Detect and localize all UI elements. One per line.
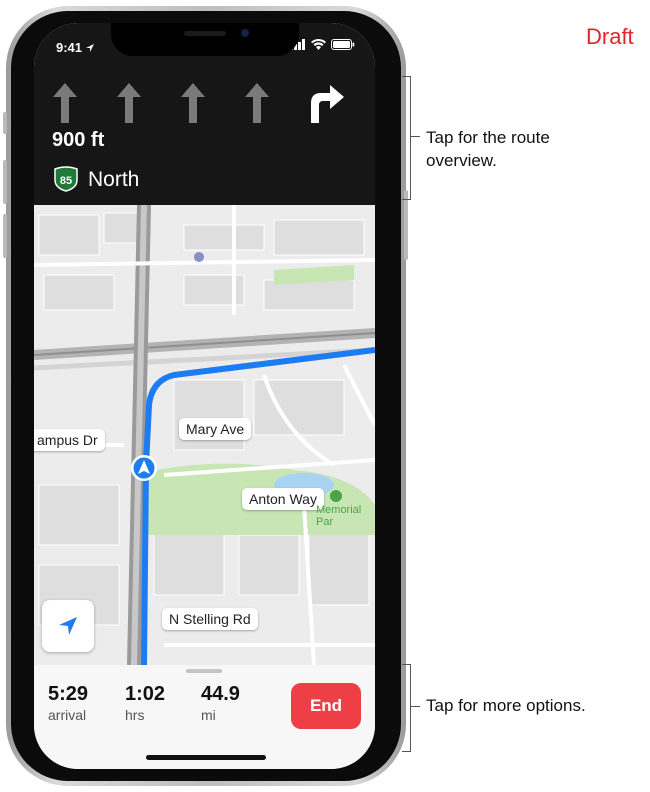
notch — [111, 23, 299, 56]
speaker — [184, 31, 226, 36]
callout-more-options: Tap for more options. — [426, 696, 586, 715]
route-overview-leader — [410, 136, 420, 137]
route-overview-bracket — [402, 76, 411, 200]
end-button[interactable]: End — [291, 683, 361, 729]
up-arrow-icon — [53, 83, 77, 123]
lane-guidance — [50, 81, 346, 123]
arrival-label: arrival — [48, 707, 87, 723]
home-indicator[interactable] — [146, 755, 266, 760]
status-time-text: 9:41 — [56, 40, 83, 55]
up-arrow-icon — [181, 83, 205, 123]
side-button — [404, 190, 408, 260]
up-arrow-icon — [117, 83, 141, 123]
hrs-label: hrs — [125, 707, 145, 723]
route-shield-icon: 85 — [54, 166, 78, 192]
status-time: 9:41 — [56, 40, 94, 55]
place-pin-icon — [194, 252, 204, 262]
trip-card[interactable]: 5:29 arrival 1:02 hrs 44.9 mi End — [34, 665, 375, 769]
more-options-leader — [410, 706, 420, 707]
arrival-stat: 5:29 arrival — [48, 683, 88, 723]
map-label-memorial-park: Memorial Par — [316, 504, 362, 528]
miles-stat: 44.9 mi — [201, 683, 240, 723]
draft-label: Draft — [586, 24, 634, 49]
volume-up-button — [3, 160, 7, 204]
location-arrow-icon — [85, 44, 94, 52]
battery-icon — [331, 39, 355, 50]
hrs-value: 1:02 — [125, 683, 166, 705]
volume-down-button — [3, 214, 7, 258]
arrival-value: 5:29 — [48, 683, 89, 705]
guidance-banner[interactable]: 9:41 900 ft 85 North — [34, 23, 375, 205]
up-arrow-icon — [245, 83, 269, 123]
wifi-icon — [311, 39, 326, 50]
mute-switch — [3, 112, 7, 134]
screen: 9:41 900 ft 85 North Mary Ave ampus Dr A… — [34, 23, 375, 769]
status-icons — [290, 39, 355, 50]
location-arrow-icon — [59, 617, 77, 635]
map-label-anton-way: Anton Way — [242, 488, 324, 510]
hrs-stat: 1:02 hrs — [125, 683, 165, 723]
map-label-mary-ave: Mary Ave — [179, 418, 252, 440]
map-label-n-stelling-rd: N Stelling Rd — [162, 608, 258, 630]
grabber-handle[interactable] — [186, 669, 222, 673]
map-label-campus-dr: ampus Dr — [34, 429, 105, 451]
turn-right-icon — [311, 85, 344, 123]
miles-value: 44.9 — [201, 683, 240, 705]
camera — [241, 29, 249, 37]
more-options-bracket — [402, 664, 411, 752]
tracking-button[interactable] — [42, 600, 94, 652]
route-shield-number: 85 — [60, 175, 72, 187]
miles-label: mi — [201, 707, 216, 723]
maneuver-distance: 900 ft — [52, 129, 105, 151]
callout-route-overview: Tap for the route overview. — [426, 128, 550, 170]
park-icon — [330, 490, 342, 502]
road-direction: North — [88, 168, 140, 191]
